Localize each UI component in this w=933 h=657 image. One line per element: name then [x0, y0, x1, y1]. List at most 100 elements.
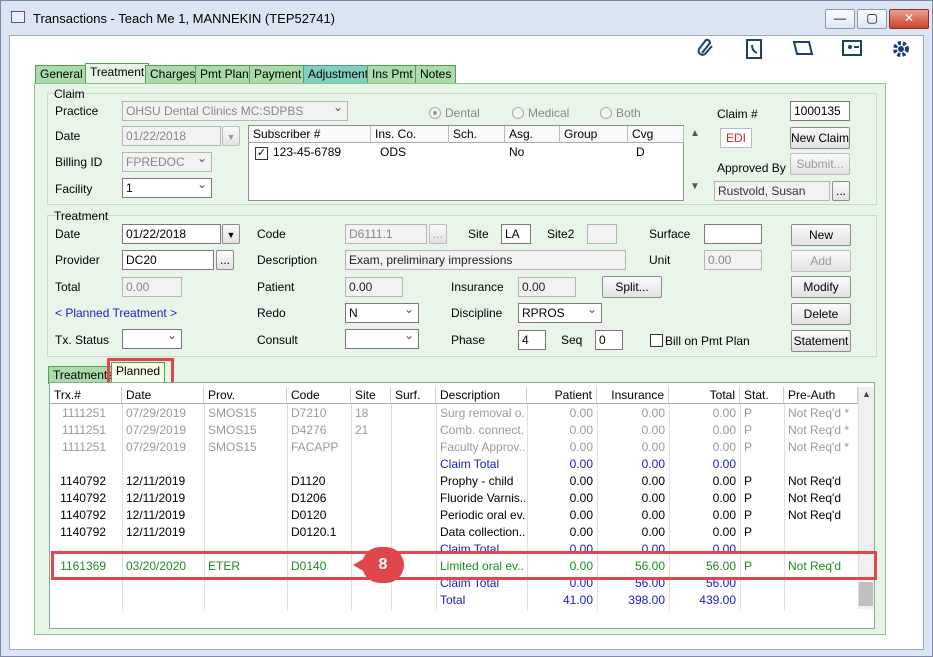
unit-input[interactable]: 0.00	[704, 250, 762, 270]
table-cell: 12/11/2019	[126, 474, 186, 488]
submit-button[interactable]: Submit...	[790, 153, 850, 175]
table-row[interactable]: 1111251 07/29/2019 SMOS15 D7210 18 Surg remov…	[50, 405, 858, 422]
radio-dental[interactable]	[429, 107, 441, 119]
planned-grid: Trx.# Date Prov. Code Site Surf. Descrip…	[49, 382, 875, 629]
table-cell: 0.00	[712, 508, 736, 522]
table-cell: Periodic oral ev...	[440, 508, 525, 522]
radio-medical[interactable]	[512, 107, 524, 119]
col-preauth[interactable]: Pre-Auth	[784, 387, 858, 404]
radio-both[interactable]	[600, 107, 612, 119]
table-cell: D1120	[291, 474, 326, 488]
tab-pmt-plan[interactable]: Pmt Plan	[195, 65, 254, 83]
approved-by-browse-button[interactable]: ...	[832, 181, 850, 201]
tab-charges[interactable]: Charges	[145, 65, 201, 83]
col-description[interactable]: Description	[436, 387, 527, 404]
table-cell: 1111251	[61, 423, 106, 437]
table-cell: 0.00	[569, 491, 593, 505]
subscriber-up-arrow-icon[interactable]: ▲	[690, 128, 700, 139]
close-button[interactable]: ✕	[889, 9, 929, 29]
paperclip-icon[interactable]	[695, 38, 717, 60]
code-label: Code	[257, 227, 286, 241]
tab-adjustment[interactable]: Adjustment	[303, 65, 374, 83]
col-date[interactable]: Date	[122, 387, 204, 404]
provider-browse-button[interactable]: ...	[216, 250, 234, 270]
redo-select[interactable]: N	[345, 303, 419, 323]
tab-payment[interactable]: Payment	[249, 65, 307, 83]
table-cell: SMOS15	[208, 423, 257, 437]
col-stat[interactable]: Stat.	[740, 387, 784, 404]
consult-select[interactable]	[345, 329, 419, 349]
col-insurance[interactable]: Insurance	[597, 387, 669, 404]
table-row[interactable]: 1111251 07/29/2019 SMOS15 D4276 21 Comb. conn…	[50, 422, 858, 439]
split-button[interactable]: Split...	[602, 276, 662, 298]
table-cell: P	[744, 440, 753, 454]
contact-card-icon[interactable]	[841, 38, 863, 60]
table-cell: Faculty Approv...	[440, 440, 525, 454]
tab-general[interactable]: General	[35, 65, 88, 83]
minimize-button[interactable]: —	[825, 9, 855, 29]
claim-date-input[interactable]: 01/22/2018	[122, 126, 221, 146]
modify-button[interactable]: Modify	[791, 276, 851, 298]
surface-input[interactable]	[704, 224, 762, 244]
seq-input[interactable]: 0	[595, 330, 623, 350]
scroll-up-icon[interactable]: ▲	[862, 389, 871, 399]
col-site[interactable]: Site	[351, 387, 391, 404]
description-input[interactable]: Exam, preliminary impressions	[345, 250, 626, 270]
table-row[interactable]: Total 41.00 398.00 439.00	[50, 592, 858, 609]
table-row[interactable]: 1140792 12/11/2019 D0120.1 Data collection.…	[50, 524, 858, 541]
site-input[interactable]: LA	[501, 224, 531, 244]
table-cell: 1111251	[61, 406, 106, 420]
provider-input[interactable]: DC20	[122, 250, 214, 270]
col-trx[interactable]: Trx.#	[50, 387, 122, 404]
planned-treatment-link[interactable]: < Planned Treatment >	[55, 306, 177, 320]
discipline-label: Discipline	[451, 306, 503, 320]
col-patient[interactable]: Patient	[527, 387, 597, 404]
claim-date-dropdown[interactable]: ▼	[222, 126, 240, 146]
tab-ins-pmt[interactable]: Ins Pmt	[367, 65, 418, 83]
discipline-select[interactable]: RPROS	[518, 303, 602, 323]
redo-label: Redo	[257, 306, 286, 320]
bill-on-pmt-plan-checkbox[interactable]	[650, 334, 663, 347]
subscriber-down-arrow-icon[interactable]: ▼	[690, 181, 700, 192]
gear-icon[interactable]	[890, 38, 912, 60]
table-cell: P	[744, 525, 753, 539]
table-cell: 12/11/2019	[126, 508, 186, 522]
col-total[interactable]: Total	[669, 387, 740, 404]
patient-input[interactable]: 0.00	[345, 277, 403, 297]
treatment-date-dropdown[interactable]: ▼	[222, 224, 240, 244]
billing-id-select[interactable]: FPREDOC	[122, 152, 212, 172]
table-row[interactable]: 1140792 12/11/2019 D0120 Periodic oral ev..…	[50, 507, 858, 524]
statement-button[interactable]: Statement	[791, 330, 851, 352]
book-icon[interactable]	[792, 38, 814, 60]
total-input[interactable]: 0.00	[122, 277, 182, 297]
new-claim-button[interactable]: New Claim	[790, 127, 850, 149]
approved-by-input[interactable]: Rustvold, Susan	[714, 181, 830, 201]
insurance-input[interactable]: 0.00	[518, 277, 576, 297]
table-row[interactable]: 1140792 12/11/2019 D1120 Prophy - child 0.00…	[50, 473, 858, 490]
tx-status-select[interactable]	[122, 329, 182, 349]
table-row[interactable]: 1111251 07/29/2019 SMOS15 FACAPP Faculty App…	[50, 439, 858, 456]
col-prov[interactable]: Prov.	[204, 387, 287, 404]
phase-input[interactable]: 4	[518, 330, 546, 350]
table-cell: 0.00	[712, 525, 736, 539]
tab-notes[interactable]: Notes	[415, 65, 457, 83]
code-input[interactable]: D6111.1	[345, 224, 427, 244]
treatment-date-input[interactable]: 01/22/2018	[122, 224, 221, 244]
col-code[interactable]: Code	[287, 387, 351, 404]
facility-select[interactable]: 1	[122, 178, 212, 198]
tab-treatment[interactable]: Treatment	[85, 63, 150, 84]
new-treatment-button[interactable]: New	[791, 224, 851, 246]
maximize-button[interactable]: ▢	[857, 9, 887, 29]
table-row[interactable]: 1140792 12/11/2019 D1206 Fluoride Varnis...…	[50, 490, 858, 507]
phone-book-icon[interactable]	[743, 38, 765, 60]
delete-button[interactable]: Delete	[791, 303, 851, 325]
claim-number-input[interactable]: 1000135	[790, 101, 850, 121]
subscriber-checkbox[interactable]: ✓	[255, 147, 268, 160]
table-row[interactable]: Claim Total 0.00 0.00 0.00	[50, 456, 858, 473]
col-surf[interactable]: Surf.	[391, 387, 436, 404]
site2-input[interactable]	[587, 224, 617, 244]
scroll-thumb[interactable]	[859, 582, 873, 606]
code-browse-button[interactable]: ...	[429, 224, 447, 244]
add-button[interactable]: Add	[791, 250, 851, 272]
practice-select[interactable]: OHSU Dental Clinics MC:SDPBS	[122, 101, 348, 121]
